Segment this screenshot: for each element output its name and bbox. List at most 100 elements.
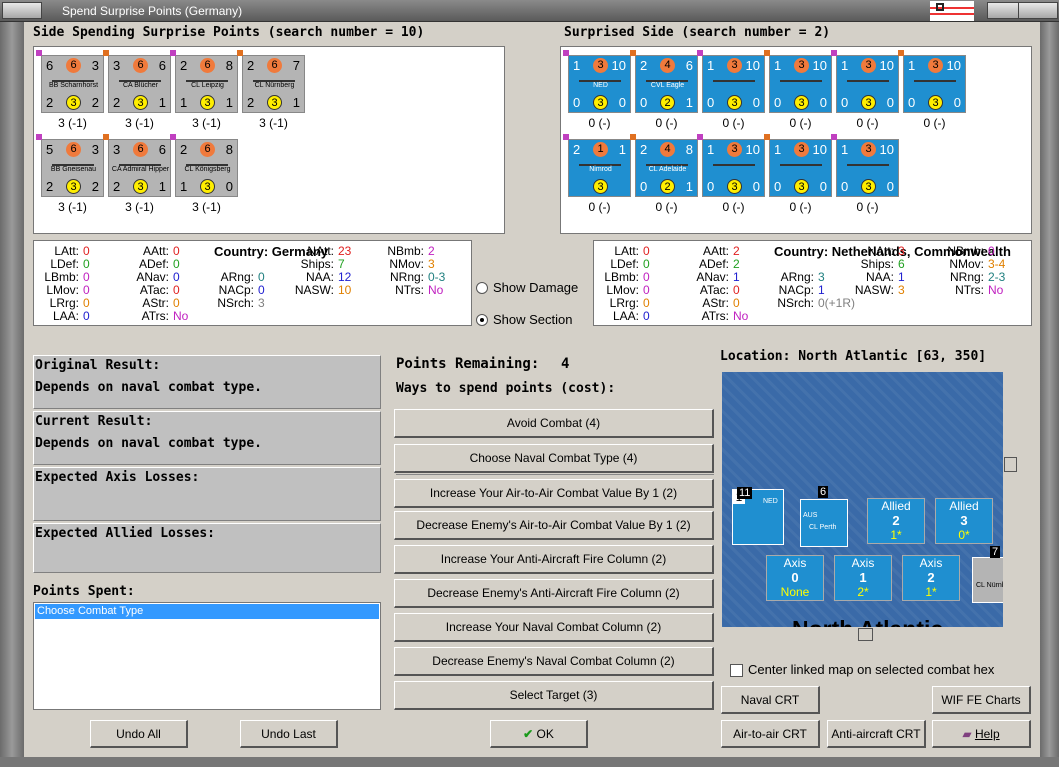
- unit-counter[interactable]: 3 6 6 CA Admiral Hipper 2 3 1: [108, 139, 171, 197]
- axis-box-sub: 2*: [857, 585, 869, 599]
- spend-option-button[interactable]: Decrease Enemy's Naval Combat Column (2): [394, 647, 714, 676]
- stat-label: LRrg:: [609, 296, 639, 310]
- stat-value: 3-4: [988, 257, 1006, 271]
- close-button[interactable]: [1018, 2, 1058, 19]
- axis-summary-box[interactable]: Axis 2 1*: [902, 555, 960, 601]
- unit-counter[interactable]: 3 6 6 CA Blücher 2 3 1: [108, 55, 171, 113]
- unit-counter[interactable]: 1 3 10 0 3 0: [702, 139, 765, 197]
- allied-summary-box[interactable]: Allied 2 1*: [867, 498, 925, 544]
- unit-defense-value: 6: [158, 142, 166, 157]
- unit-left-value: 1: [180, 95, 188, 110]
- unit-counter[interactable]: 2 6 8 CL Leipzig 1 3 1: [175, 55, 238, 113]
- allied-box-title: Allied: [881, 499, 911, 513]
- unit-marker-icon: [764, 134, 770, 140]
- button-separator: [396, 474, 714, 475]
- unit-counter[interactable]: 1 3 10 0 3 0: [702, 55, 765, 113]
- unit-counter[interactable]: 2 6 7 CL Nürnberg 2 3 1: [242, 55, 305, 113]
- unit-counter[interactable]: 1 3 10 0 3 0: [836, 139, 899, 197]
- unit-counter[interactable]: 1 3 10 0 3 0: [903, 55, 966, 113]
- unit-right-value: 0: [225, 179, 233, 194]
- spend-option-button[interactable]: Increase Your Air-to-Air Combat Value By…: [394, 479, 714, 508]
- wif-fe-charts-button[interactable]: WIF FE Charts: [932, 686, 1031, 714]
- spend-option-button[interactable]: Increase Your Naval Combat Column (2): [394, 613, 714, 642]
- unit-factor-circle: 3: [861, 142, 876, 157]
- vertical-scroll-thumb[interactable]: [1004, 457, 1017, 472]
- unit-marker-icon: [36, 50, 42, 56]
- stat-label: ARng:: [780, 270, 814, 284]
- unit-counter[interactable]: 1 3 10 NED 0 3 0: [568, 55, 631, 113]
- points-remaining-value: 4: [561, 356, 570, 372]
- show-section-radio[interactable]: [476, 314, 488, 326]
- map-vertical-scrollbar[interactable]: [1003, 372, 1018, 642]
- unit-attack-value: 2: [640, 58, 648, 73]
- unit-counter[interactable]: 1 3 10 0 3 0: [769, 55, 832, 113]
- stat-value: No: [428, 283, 444, 297]
- air-to-air-crt-button[interactable]: Air-to-air CRT: [721, 720, 820, 748]
- unit-counter[interactable]: 6 6 3 BB Scharnhorst 2 3 2: [41, 55, 104, 113]
- show-damage-radio[interactable]: [476, 282, 488, 294]
- stat-value: 7: [338, 257, 345, 271]
- stat-label: Ships:: [860, 257, 894, 271]
- spend-option-button[interactable]: Select Target (3): [394, 681, 714, 710]
- stat-label: ATac:: [699, 283, 729, 297]
- unit-right-value: 2: [91, 95, 99, 110]
- spend-option-button[interactable]: Increase Your Anti-Aircraft Fire Column …: [394, 545, 714, 574]
- allied-summary-box[interactable]: Allied 3 0*: [935, 498, 993, 544]
- stat-label: ANav:: [136, 270, 169, 284]
- unit-defense-value: 10: [745, 142, 760, 157]
- stat-label: NAtt:: [867, 244, 894, 258]
- undo-last-button[interactable]: Undo Last: [240, 720, 338, 748]
- unit-right-value: 0: [618, 95, 626, 110]
- mini-map[interactable]: 1NED 11 AUSCL Perth 6 Allied21*Allied30*…: [722, 372, 1018, 642]
- allied-box-title: Allied: [949, 499, 979, 513]
- stat-value: 0: [643, 244, 650, 258]
- unit-counter[interactable]: 2 1 1 Nimrod 3: [568, 139, 631, 197]
- ok-button[interactable]: ✔ OK: [490, 720, 588, 748]
- undo-all-button[interactable]: Undo All: [90, 720, 188, 748]
- stat-value: 0: [83, 283, 90, 297]
- window-frame-left: [0, 22, 24, 767]
- points-remaining-label: Points Remaining:: [396, 356, 540, 372]
- unit-attack-value: 1: [774, 142, 782, 157]
- stat-value: 3: [818, 270, 825, 284]
- unit-counter[interactable]: 5 6 3 BB Gneisenau 2 3 2: [41, 139, 104, 197]
- axis-summary-box[interactable]: Axis 1 2*: [834, 555, 892, 601]
- spend-option-button[interactable]: Decrease Enemy's Anti-Aircraft Fire Colu…: [394, 579, 714, 608]
- allied-losses-panel: Expected Allied Losses:: [33, 523, 381, 573]
- unit-left-value: 0: [774, 95, 782, 110]
- system-menu-button[interactable]: [2, 2, 42, 19]
- stat-label: LAtt:: [54, 244, 79, 258]
- stat-value: 2: [733, 257, 740, 271]
- unit-counter[interactable]: 2 4 6 CVL Eagle 0 2 1: [635, 55, 698, 113]
- stat-label: NRng:: [389, 270, 424, 284]
- anti-aircraft-crt-button[interactable]: Anti-aircraft CRT: [827, 720, 926, 748]
- unit-left-value: 0: [640, 95, 648, 110]
- unit-movement-circle: 3: [267, 95, 282, 110]
- stat-value: No: [173, 309, 189, 323]
- unit-counter[interactable]: 2 6 8 CL Königsberg 1 3 0: [175, 139, 238, 197]
- unit-factor-circle: 6: [66, 142, 81, 157]
- map-horizontal-scrollbar[interactable]: [722, 627, 1003, 642]
- stat-value: 0: [988, 244, 995, 258]
- unit-left-value: 2: [113, 179, 121, 194]
- stat-label: AStr:: [702, 296, 729, 310]
- unit-counter[interactable]: 1 3 10 0 3 0: [836, 55, 899, 113]
- unit-cost-value: 0 (-): [789, 116, 812, 130]
- center-map-checkbox[interactable]: [730, 664, 743, 677]
- spend-option-button[interactable]: Avoid Combat (4): [394, 409, 714, 438]
- horizontal-scroll-thumb[interactable]: [858, 628, 873, 641]
- allied-stack-perth[interactable]: AUS CL Perth: [800, 499, 848, 547]
- points-spent-item[interactable]: Choose Combat Type: [35, 604, 379, 619]
- stat-label: NTrs:: [955, 283, 984, 297]
- help-button[interactable]: ▰ Help: [932, 720, 1031, 748]
- unit-defense-value: 6: [158, 58, 166, 73]
- unit-counter[interactable]: 1 3 10 0 3 0: [769, 139, 832, 197]
- spend-option-button[interactable]: Choose Naval Combat Type (4): [394, 444, 714, 473]
- spend-option-button[interactable]: Decrease Enemy's Air-to-Air Combat Value…: [394, 511, 714, 540]
- stat-value: 1: [818, 283, 825, 297]
- points-spent-list[interactable]: Choose Combat Type: [33, 602, 381, 710]
- unit-attack-value: 1: [774, 58, 782, 73]
- naval-crt-button[interactable]: Naval CRT: [721, 686, 820, 714]
- unit-counter[interactable]: 2 4 8 CL Adelaide 0 2 1: [635, 139, 698, 197]
- axis-summary-box[interactable]: Axis 0 None: [766, 555, 824, 601]
